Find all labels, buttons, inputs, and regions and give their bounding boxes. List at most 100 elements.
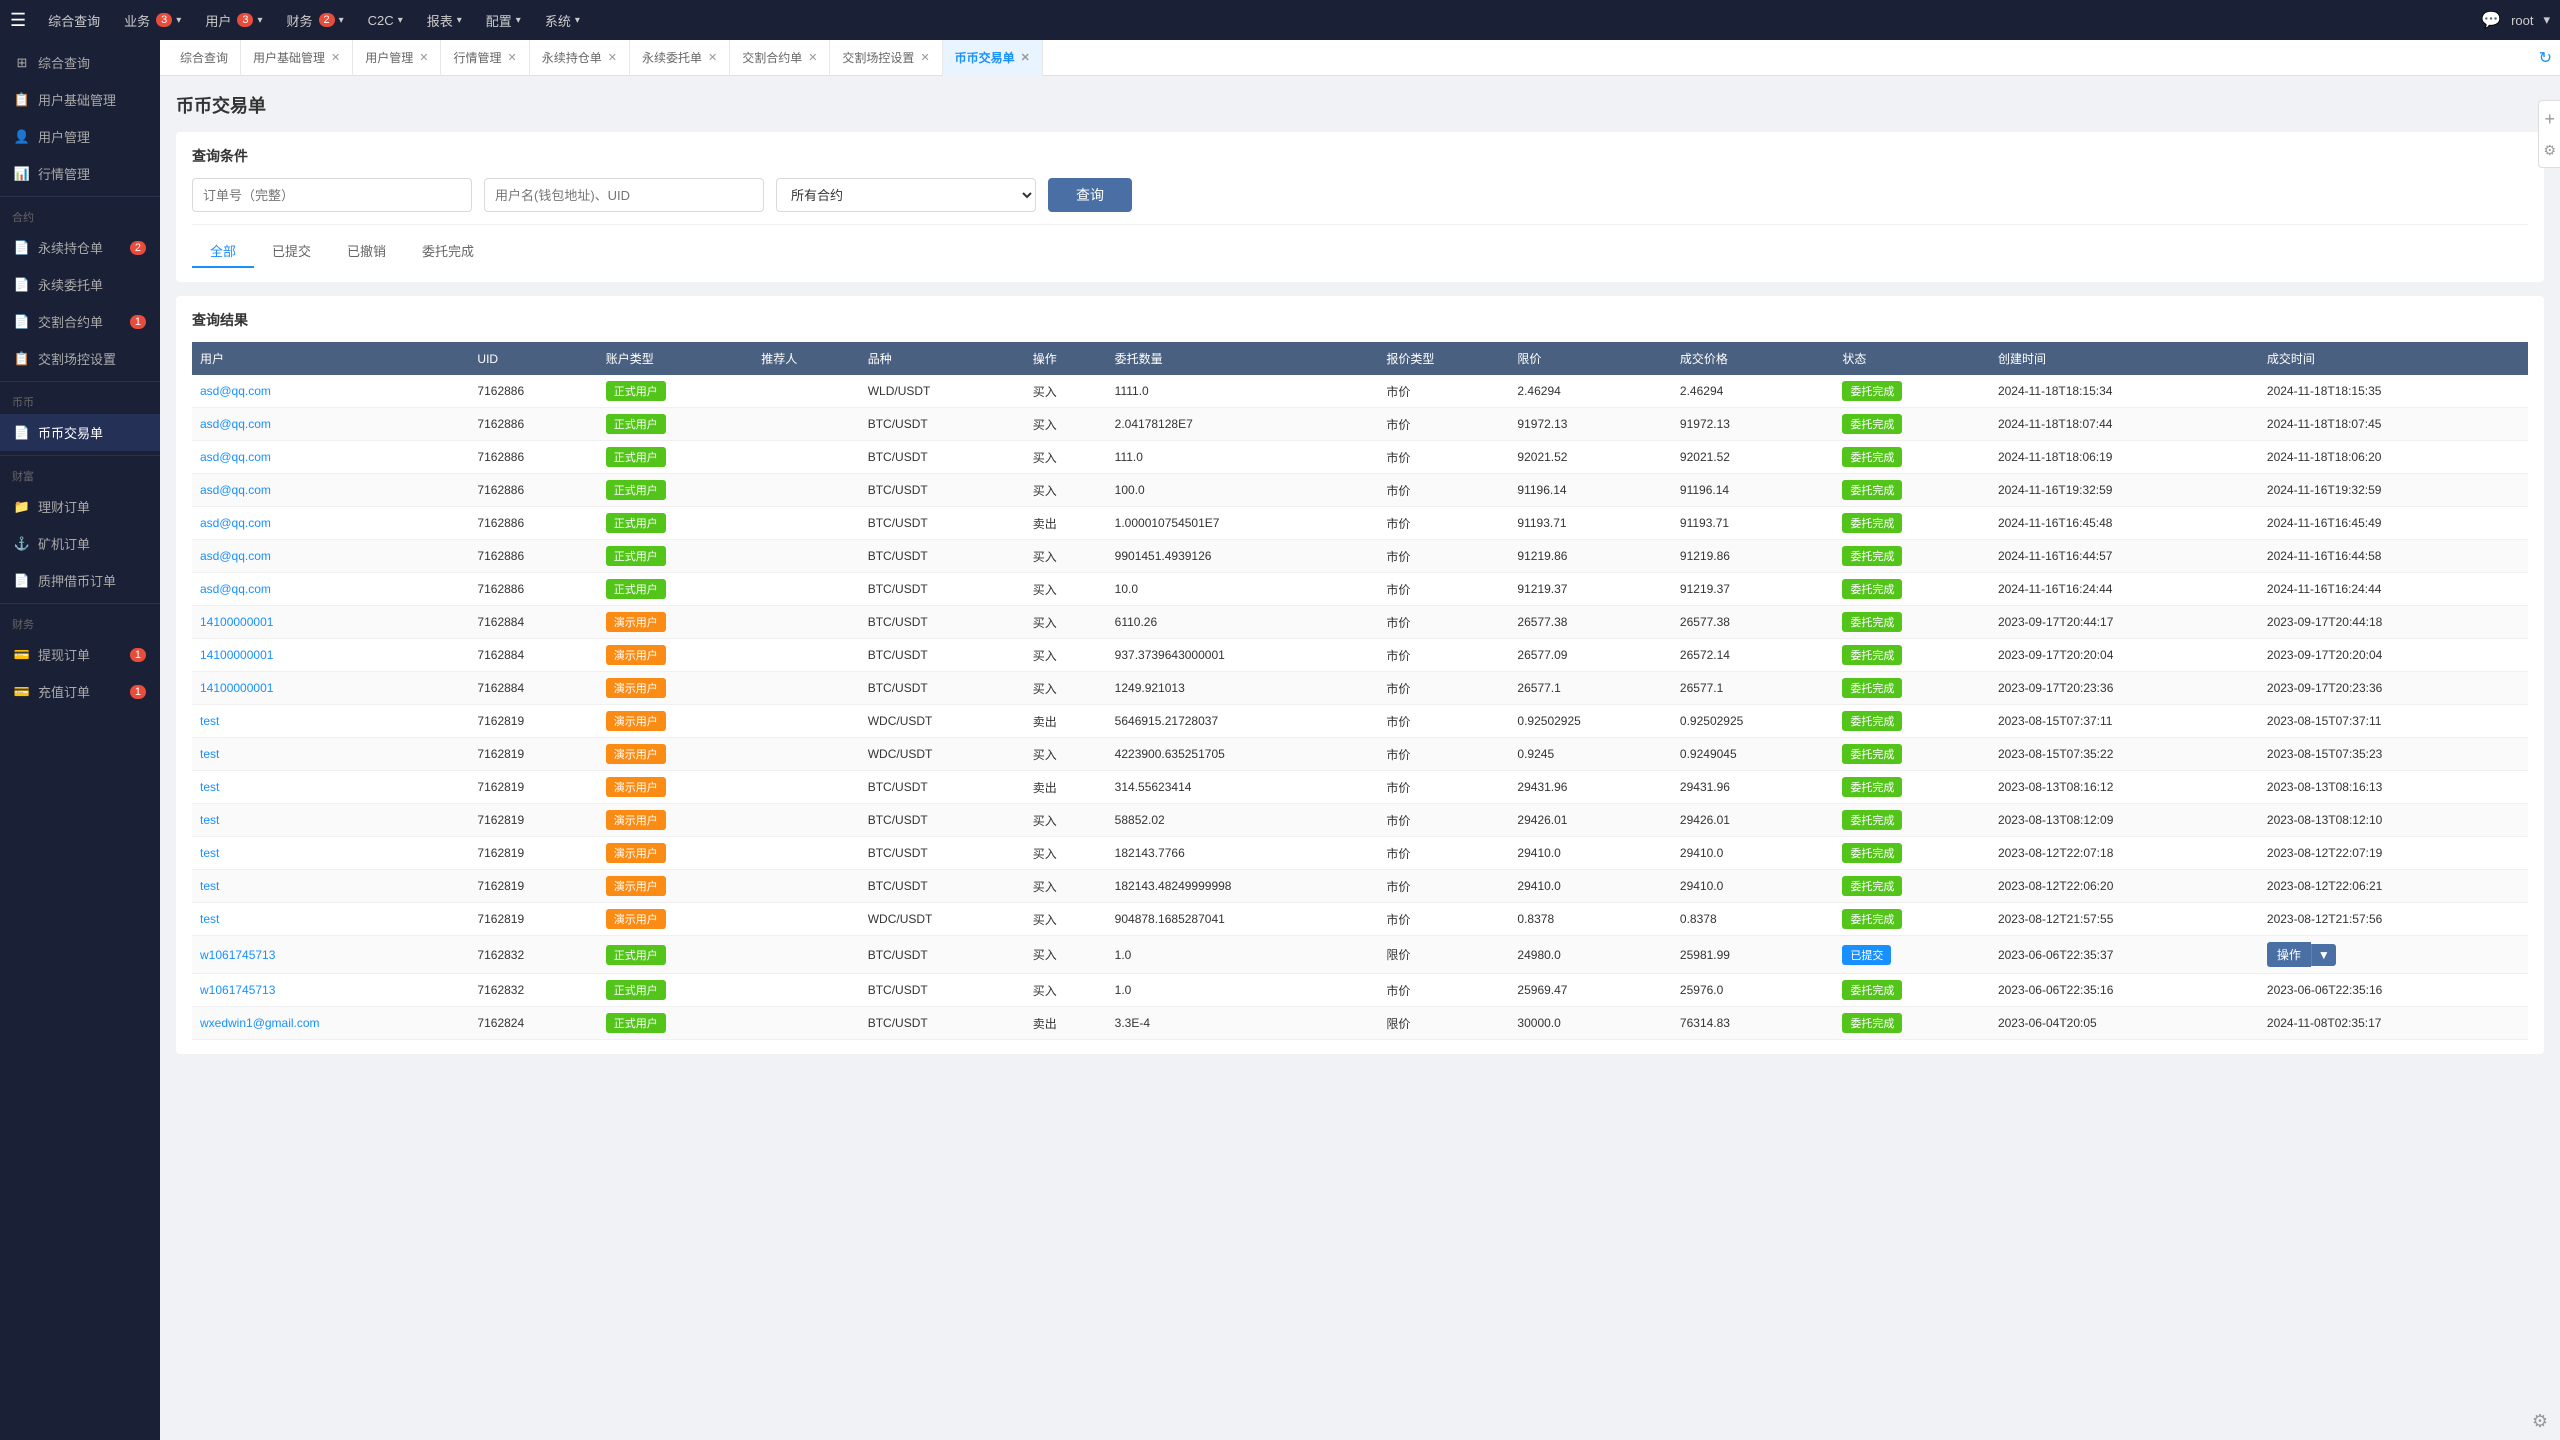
contract-select[interactable]: 所有合约 BTC/USDT WLD/USDT WDC/USDT [776,178,1036,212]
action-dropdown-button[interactable]: ▼ [2311,944,2336,966]
cell-variety: BTC/USDT [860,870,1025,903]
user-label[interactable]: root [2511,13,2533,28]
cell-operation: 买入 [1025,974,1107,1007]
sidebar-item-user-manage[interactable]: 👤 用户管理 [0,118,160,155]
user-link[interactable]: 14100000001 [200,648,273,662]
cell-operation: 买入 [1025,870,1107,903]
sidebar-item-credit-coin[interactable]: 📄 质押借币订单 [0,562,160,599]
cell-account-type: 正式用户 [598,474,754,507]
main-layout: ⊞ 综合查询 📋 用户基础管理 👤 用户管理 📊 行情管理 合约 📄 永续持仓单… [0,40,2560,1440]
tab-user-basic[interactable]: 用户基础管理 ✕ [241,40,353,76]
tab-close-user-manage[interactable]: ✕ [419,51,428,64]
tab-perpetual-hold[interactable]: 永续持仓单 ✕ [530,40,630,76]
sidebar-item-perpetual-entrust[interactable]: 📄 永续委托单 [0,266,160,303]
sidebar-item-delivery-contract[interactable]: 📄 交割合约单 1 [0,303,160,340]
cell-deal-price: 0.9249045 [1672,738,1835,771]
filter-tab-completed[interactable]: 委托完成 [404,235,492,268]
cell-uid: 7162824 [469,1007,597,1040]
user-link[interactable]: w1061745713 [200,983,275,997]
tab-close-coin-trade[interactable]: ✕ [1021,51,1030,64]
nav-item-business[interactable]: 业务 3 ▾ [114,5,191,36]
chat-icon[interactable]: 💬 [2481,10,2501,30]
cell-variety: WDC/USDT [860,738,1025,771]
tab-close-market[interactable]: ✕ [508,51,517,64]
sidebar-item-overview[interactable]: ⊞ 综合查询 [0,44,160,81]
nav-item-c2c[interactable]: C2C ▾ [358,7,413,34]
action-cell[interactable]: 操作▼ [2259,936,2528,974]
user-link[interactable]: asd@qq.com [200,450,271,464]
add-icon[interactable]: + [2544,109,2555,130]
sidebar-item-deposit[interactable]: 💳 充值订单 1 [0,673,160,710]
nav-item-system[interactable]: 系统 ▾ [535,5,590,36]
nav-item-overview[interactable]: 综合查询 [38,5,110,36]
filter-tab-all[interactable]: 全部 [192,235,254,268]
cell-deal-price: 25981.99 [1672,936,1835,974]
nav-item-report[interactable]: 报表 ▾ [417,5,472,36]
status-badge: 委托完成 [1842,843,1902,863]
sidebar-item-market[interactable]: 📊 行情管理 [0,155,160,192]
user-link[interactable]: asd@qq.com [200,582,271,596]
sidebar-item-perpetual-hold[interactable]: 📄 永续持仓单 2 [0,229,160,266]
cell-status: 委托完成 [1834,837,1990,870]
settings-icon[interactable]: ⚙ [2543,142,2556,159]
sidebar-item-wealth-order[interactable]: 📁 理财订单 [0,488,160,525]
refresh-icon[interactable]: ↻ [2539,48,2552,68]
user-link[interactable]: wxedwin1@gmail.com [200,1016,320,1030]
order-no-input[interactable] [192,178,472,212]
filter-tab-cancelled[interactable]: 已撤销 [329,235,404,268]
user-link[interactable]: test [200,912,219,926]
tab-perpetual-entrust[interactable]: 永续委托单 ✕ [630,40,730,76]
user-dropdown-arrow-icon[interactable]: ▾ [2543,12,2550,28]
user-link[interactable]: test [200,714,219,728]
results-table: 用户 UID 账户类型 推荐人 品种 操作 委托数量 报价类型 限价 成交价格 … [192,342,2528,1040]
cell-status: 委托完成 [1834,375,1990,408]
cell-limit-price: 30000.0 [1509,1007,1672,1040]
sidebar-item-withdraw[interactable]: 💳 提现订单 1 [0,636,160,673]
tab-coin-trade[interactable]: 币币交易单 ✕ [943,40,1043,76]
bottom-settings-icon[interactable]: ⚙ [2532,1411,2548,1432]
user-search-input[interactable] [484,178,764,212]
user-link[interactable]: w1061745713 [200,948,275,962]
nav-item-user[interactable]: 用户 3 ▾ [195,5,272,36]
cell-quote-type: 市价 [1378,870,1509,903]
sidebar-divider-1 [0,196,160,197]
user-link[interactable]: test [200,813,219,827]
user-link[interactable]: test [200,846,219,860]
user-link[interactable]: 14100000001 [200,615,273,629]
tab-close-delivery-contract[interactable]: ✕ [808,51,817,64]
account-type-badge: 演示用户 [606,678,666,698]
user-link[interactable]: 14100000001 [200,681,273,695]
query-button[interactable]: 查询 [1048,178,1132,212]
tab-user-manage[interactable]: 用户管理 ✕ [353,40,441,76]
filter-tab-submitted[interactable]: 已提交 [254,235,329,268]
sidebar-item-coin-trade[interactable]: 📄 币币交易单 [0,414,160,451]
tab-close-exchange-control[interactable]: ✕ [920,51,929,64]
sidebar-item-user-basic[interactable]: 📋 用户基础管理 [0,81,160,118]
tab-delivery-contract[interactable]: 交割合约单 ✕ [730,40,830,76]
tab-close-perpetual-hold[interactable]: ✕ [608,51,617,64]
col-account-type: 账户类型 [598,342,754,375]
nav-item-finance[interactable]: 财务 2 ▾ [277,5,354,36]
user-link[interactable]: asd@qq.com [200,417,271,431]
user-link[interactable]: asd@qq.com [200,384,271,398]
user-link[interactable]: test [200,780,219,794]
tab-market[interactable]: 行情管理 ✕ [441,40,529,76]
user-link[interactable]: test [200,879,219,893]
tab-exchange-control[interactable]: 交割场控设置 ✕ [830,40,942,76]
cell-deal-time: 2023-09-17T20:44:18 [2259,606,2528,639]
cell-operation: 买入 [1025,408,1107,441]
tab-close-user-basic[interactable]: ✕ [331,51,340,64]
user-link[interactable]: asd@qq.com [200,549,271,563]
action-button[interactable]: 操作 [2267,942,2311,967]
user-link[interactable]: asd@qq.com [200,483,271,497]
sidebar-item-exchange-control[interactable]: 📋 交割场控设置 [0,340,160,377]
report-arrow-icon: ▾ [457,15,462,26]
tab-overview[interactable]: 综合查询 [168,40,241,76]
sidebar-item-mining-order[interactable]: ⚓ 矿机订单 [0,525,160,562]
tab-close-perpetual-entrust[interactable]: ✕ [708,51,717,64]
user-link[interactable]: asd@qq.com [200,516,271,530]
nav-item-config[interactable]: 配置 ▾ [476,5,531,36]
menu-toggle-icon[interactable]: ☰ [10,10,26,31]
cell-account-type: 正式用户 [598,936,754,974]
user-link[interactable]: test [200,747,219,761]
